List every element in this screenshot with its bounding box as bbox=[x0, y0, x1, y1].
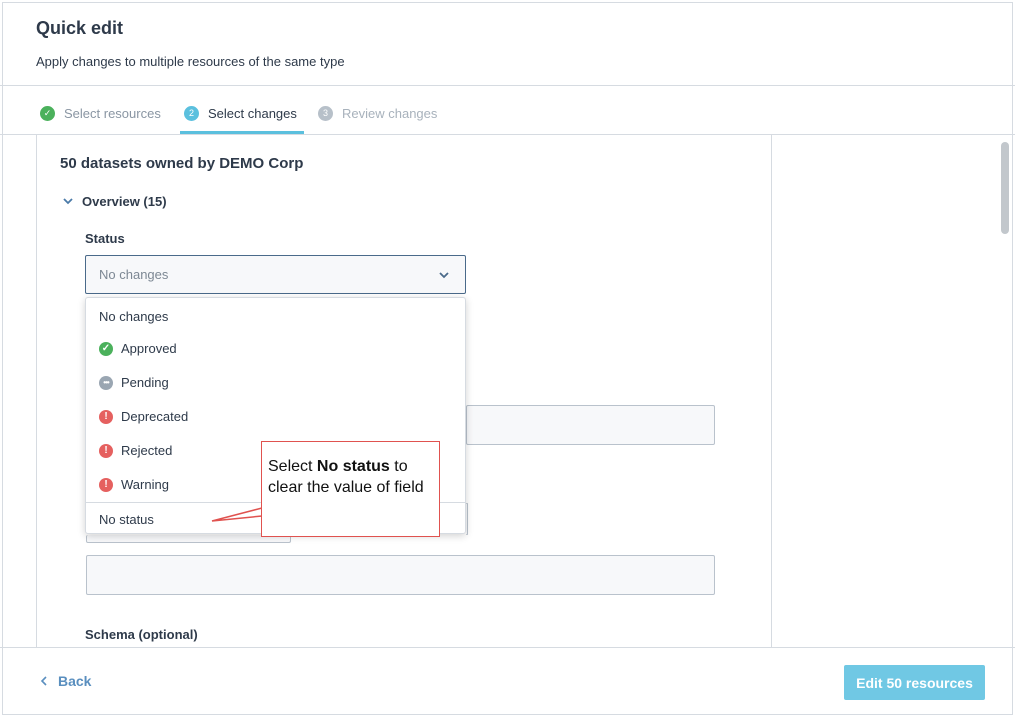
schema-label: Schema (optional) bbox=[85, 627, 198, 642]
back-button[interactable]: Back bbox=[38, 673, 91, 689]
status-select-value: No changes bbox=[99, 267, 169, 282]
overview-toggle[interactable]: Overview (15) bbox=[60, 193, 167, 209]
step-label: Review changes bbox=[342, 105, 438, 121]
option-no-status[interactable]: No status bbox=[99, 512, 154, 527]
step-review-changes[interactable]: 3 Review changes bbox=[318, 103, 437, 123]
text-input[interactable] bbox=[466, 405, 715, 445]
chevron-down-icon bbox=[63, 198, 73, 205]
option-label: Deprecated bbox=[121, 409, 189, 424]
status-label: Status bbox=[85, 231, 125, 246]
option-warning[interactable]: ! Warning bbox=[99, 477, 169, 492]
back-label: Back bbox=[58, 673, 92, 689]
scrollbar-thumb[interactable] bbox=[1001, 142, 1009, 234]
option-label: No status bbox=[99, 512, 154, 527]
chevron-left-icon bbox=[40, 676, 47, 686]
alert-circle-icon: ! bbox=[99, 443, 113, 458]
step-number-badge: 3 bbox=[318, 105, 333, 121]
option-label: Pending bbox=[121, 375, 169, 390]
callout-pointer bbox=[211, 507, 263, 522]
section-heading: 50 datasets owned by DEMO Corp bbox=[60, 155, 304, 172]
option-rejected[interactable]: ! Rejected bbox=[99, 443, 172, 458]
check-circle-icon: ✓ bbox=[40, 105, 55, 121]
step-label: Select resources bbox=[64, 105, 161, 121]
text-area[interactable] bbox=[86, 555, 715, 595]
page-subtitle: Apply changes to multiple resources of t… bbox=[36, 54, 345, 69]
overview-label: Overview (15) bbox=[82, 193, 167, 209]
annotation-callout: Select No status to clear the value of f… bbox=[261, 441, 440, 537]
option-deprecated[interactable]: ! Deprecated bbox=[99, 409, 188, 424]
step-number-badge: 2 bbox=[184, 105, 199, 121]
option-label: No changes bbox=[99, 309, 169, 324]
chevron-down-icon bbox=[439, 272, 449, 279]
alert-circle-icon: ! bbox=[99, 477, 113, 492]
page-title: Quick edit bbox=[36, 18, 124, 38]
callout-bold-text: No status bbox=[316, 458, 390, 475]
step-select-changes[interactable]: 2 Select changes bbox=[184, 103, 297, 123]
edit-resources-button[interactable]: Edit 50 resources bbox=[844, 665, 985, 700]
status-select[interactable]: No changes bbox=[85, 255, 466, 294]
option-no-changes[interactable]: No changes bbox=[99, 309, 168, 324]
ellipsis-circle-icon: ••• bbox=[99, 375, 113, 390]
step-label: Select changes bbox=[208, 105, 297, 121]
footer-divider bbox=[0, 647, 1015, 648]
option-approved[interactable]: ✓ Approved bbox=[99, 341, 177, 356]
step-select-resources[interactable]: ✓ Select resources bbox=[40, 103, 161, 123]
option-label: Warning bbox=[121, 477, 169, 492]
check-circle-icon: ✓ bbox=[99, 341, 113, 356]
alert-circle-icon: ! bbox=[99, 409, 113, 424]
option-pending[interactable]: ••• Pending bbox=[99, 375, 169, 390]
input-edge bbox=[466, 503, 468, 535]
callout-text: Select bbox=[268, 458, 317, 475]
header-divider bbox=[0, 85, 1015, 86]
option-label: Approved bbox=[121, 341, 177, 356]
option-label: Rejected bbox=[121, 443, 173, 458]
